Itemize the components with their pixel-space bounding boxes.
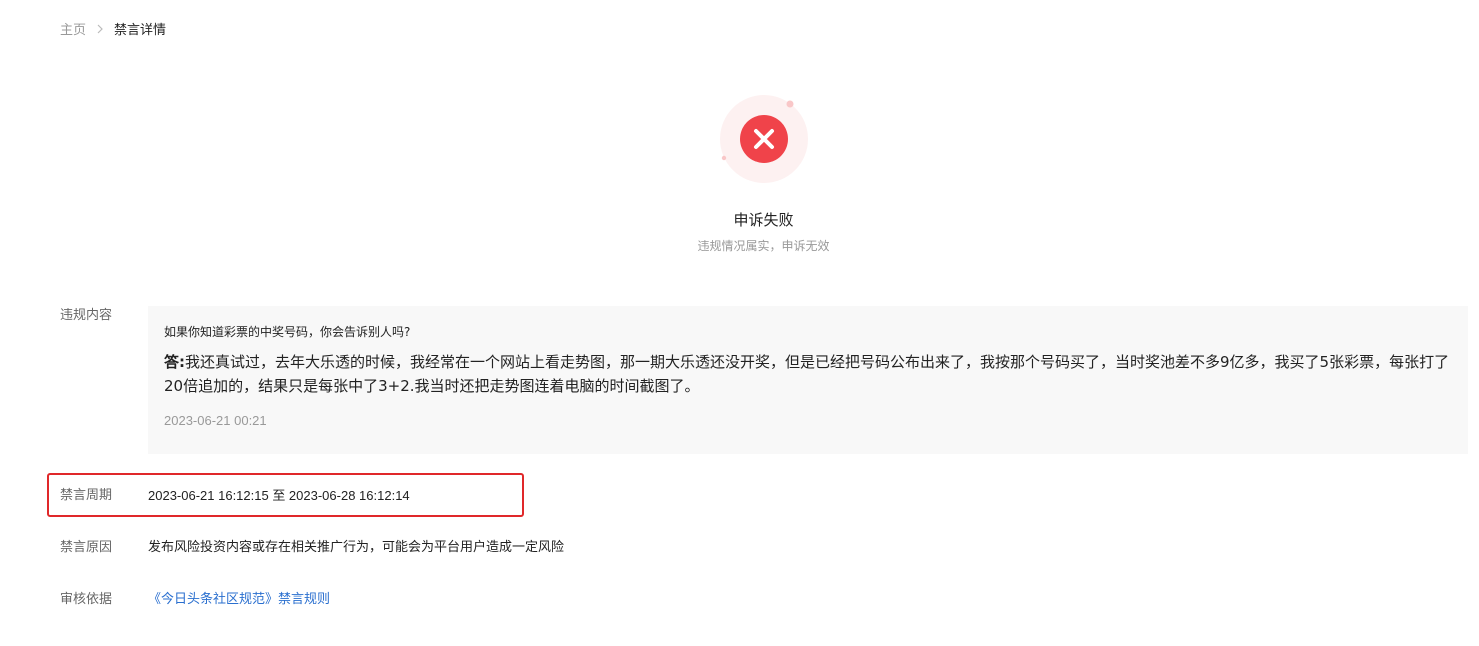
question-text: 如果你知道彩票的中奖号码，你会告诉别人吗?	[164, 325, 411, 339]
review-basis-label: 审核依据	[60, 592, 113, 607]
answer-text: 答:我还真试过，去年大乐透的时候，我经常在一个网站上看走势图，那一期大乐透还没开…	[164, 350, 1454, 398]
status-subtitle: 违规情况属实，申诉无效	[697, 239, 830, 253]
breadcrumb: 主页 禁言详情	[60, 22, 166, 40]
ban-period-label: 禁言周期	[60, 488, 113, 503]
violation-content-label: 违规内容	[60, 308, 113, 323]
community-rules-link[interactable]: 《今日头条社区规范》禁言规则	[148, 592, 330, 607]
answer-prefix: 答:	[164, 353, 185, 371]
ban-reason-label: 禁言原因	[60, 540, 113, 555]
post-date: 2023-06-21 00:21	[164, 413, 267, 428]
breadcrumb-current: 禁言详情	[114, 23, 167, 38]
answer-body: 我还真试过，去年大乐透的时候，我经常在一个网站上看走势图，那一期大乐透还没开奖，…	[164, 353, 1450, 395]
status-title: 申诉失败	[733, 211, 794, 229]
ban-reason-value: 发布风险投资内容或存在相关推广行为，可能会为平台用户造成一定风险	[148, 540, 565, 555]
breadcrumb-separator-icon	[96, 22, 104, 40]
appeal-failed-icon	[719, 95, 813, 185]
ban-period-value: 2023-06-21 16:12:15 至 2023-06-28 16:12:1…	[148, 488, 410, 503]
ban-detail-page: 主页 禁言详情 申诉失败 违规情况属实，申诉无效 违规内容 如果你知道彩票的中奖…	[0, 0, 1479, 646]
violation-content-box: 如果你知道彩票的中奖号码，你会告诉别人吗? 答:我还真试过，去年大乐透的时候，我…	[148, 306, 1468, 454]
breadcrumb-home-link[interactable]: 主页	[60, 22, 86, 40]
review-basis-value: 《今日头条社区规范》禁言规则	[148, 591, 330, 609]
